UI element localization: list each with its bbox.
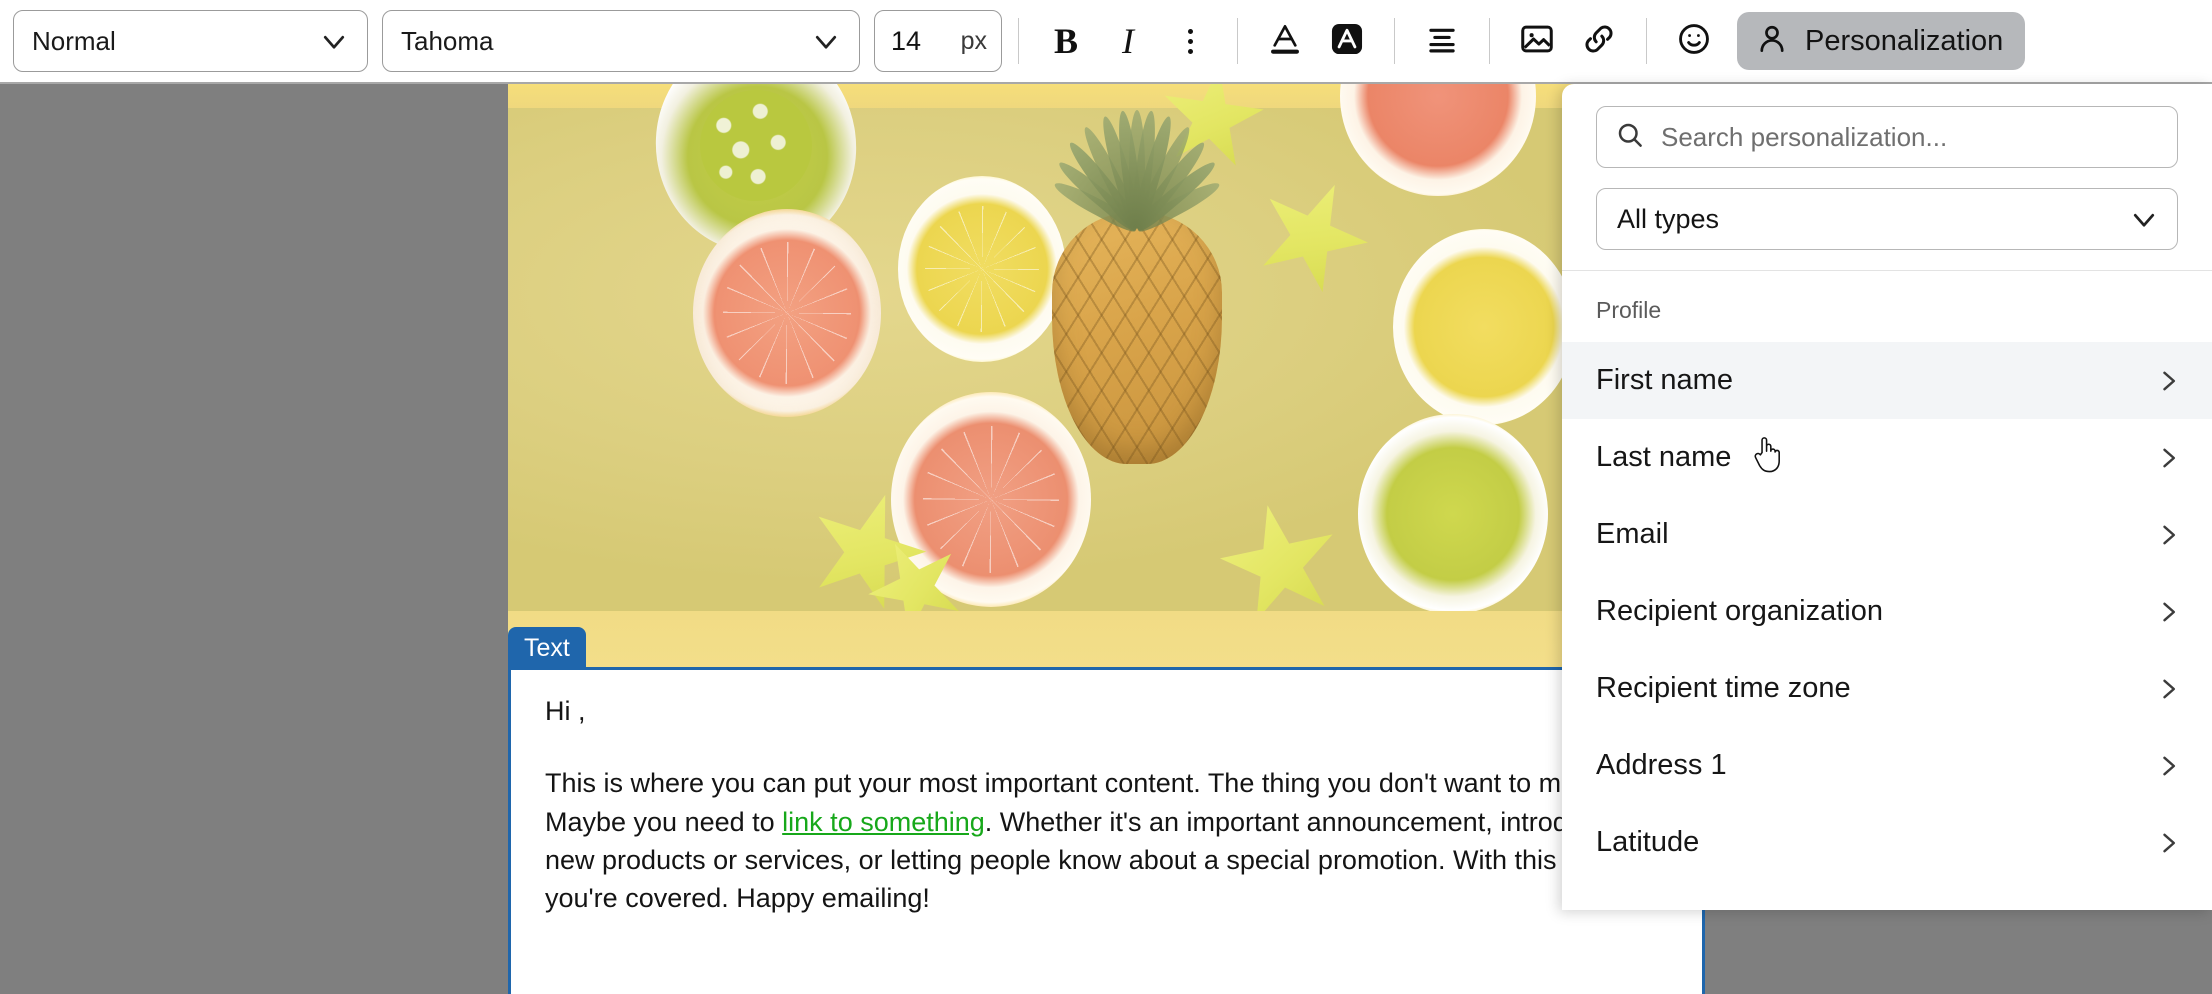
chevron-right-icon [2154,598,2182,626]
group-heading-profile: Profile [1596,297,1662,323]
list-item-last-name[interactable]: Last name [1562,419,2212,496]
bold-button[interactable]: B [1035,10,1097,72]
chevron-right-icon [2154,521,2182,549]
link-button[interactable] [1568,10,1630,72]
chevron-right-icon [2154,367,2182,395]
emoji-icon [1675,20,1713,63]
personalization-list[interactable]: Profile First name Last name Email Recip… [1562,271,2212,910]
search-placeholder: Search personalization... [1661,121,1948,152]
personalization-label: Personalization [1805,24,2004,57]
text-color-icon [1266,20,1304,63]
list-item-latitude[interactable]: Latitude [1562,804,2212,881]
list-item-label: Address 1 [1596,749,1727,781]
text-style-value: Normal [32,25,116,56]
font-size-unit: px [960,26,987,55]
type-filter-value: All types [1617,203,1720,234]
list-item-label: Last name [1596,441,1732,473]
toolbar-divider [1489,18,1490,64]
chevron-down-icon [2129,204,2159,234]
font-family-select[interactable]: Tahoma [382,10,860,72]
text-block[interactable]: Text Hi , This is where you can put your… [508,627,1705,994]
fruit-photo [508,84,1705,611]
person-icon [1755,22,1789,61]
chevron-down-icon [319,26,349,56]
list-item-recipient-time-zone[interactable]: Recipient time zone [1562,650,2212,727]
text-block-tag: Text [508,627,586,670]
text-block-body[interactable]: Hi , This is where you can put your most… [511,670,1702,918]
link-icon [1580,20,1618,63]
editor-toolbar: Normal Tahoma 14 px B I Personalization [0,0,2212,84]
search-icon [1615,120,1645,155]
chevron-right-icon [2154,752,2182,780]
font-size-value: 14 [891,25,922,56]
list-item-recipient-organization[interactable]: Recipient organization [1562,573,2212,650]
chevron-down-icon [811,26,841,56]
text-color-button[interactable] [1254,10,1316,72]
chevron-right-icon [2154,675,2182,703]
highlight-icon [1328,20,1366,63]
image-button[interactable] [1506,10,1568,72]
list-item-label: Recipient organization [1596,595,1883,627]
body-paragraph: This is where you can put your most impo… [545,764,1668,917]
search-personalization-field[interactable]: Search personalization... [1596,106,2178,168]
list-item-label: First name [1596,364,1733,396]
toolbar-divider [1646,18,1647,64]
toolbar-divider [1237,18,1238,64]
panel-header: Search personalization... All types [1562,84,2212,270]
personalization-button[interactable]: Personalization [1737,12,2026,70]
list-item-label: Latitude [1596,826,1700,858]
font-family-value: Tahoma [401,25,494,56]
align-button[interactable] [1411,10,1473,72]
inline-link[interactable]: link to something [782,807,985,837]
vertical-dots-icon [1187,28,1193,54]
list-item-label: Recipient time zone [1596,672,1851,704]
hero-image-block[interactable] [508,84,1705,611]
hero-bottom-strip [508,611,1705,667]
toolbar-divider [1394,18,1395,64]
image-icon [1518,20,1556,63]
italic-button[interactable]: I [1097,10,1159,72]
chevron-right-icon [2154,829,2182,857]
list-item-address-1[interactable]: Address 1 [1562,727,2212,804]
list-item-first-name[interactable]: First name [1562,342,2212,419]
toolbar-divider [1018,18,1019,64]
text-style-select[interactable]: Normal [13,10,368,72]
highlight-color-button[interactable] [1316,10,1378,72]
more-options-button[interactable] [1159,10,1221,72]
align-center-icon [1423,20,1461,63]
type-filter-select[interactable]: All types [1596,188,2178,250]
email-canvas: Text Hi , This is where you can put your… [508,84,1705,994]
list-item-email[interactable]: Email [1562,496,2212,573]
personalization-panel: Search personalization... All types Prof… [1562,84,2212,910]
chevron-right-icon [2154,444,2182,472]
emoji-button[interactable] [1663,10,1725,72]
list-item-label: Email [1596,518,1669,550]
font-size-input[interactable]: 14 px [874,10,1002,72]
greeting-line: Hi , [545,696,586,726]
